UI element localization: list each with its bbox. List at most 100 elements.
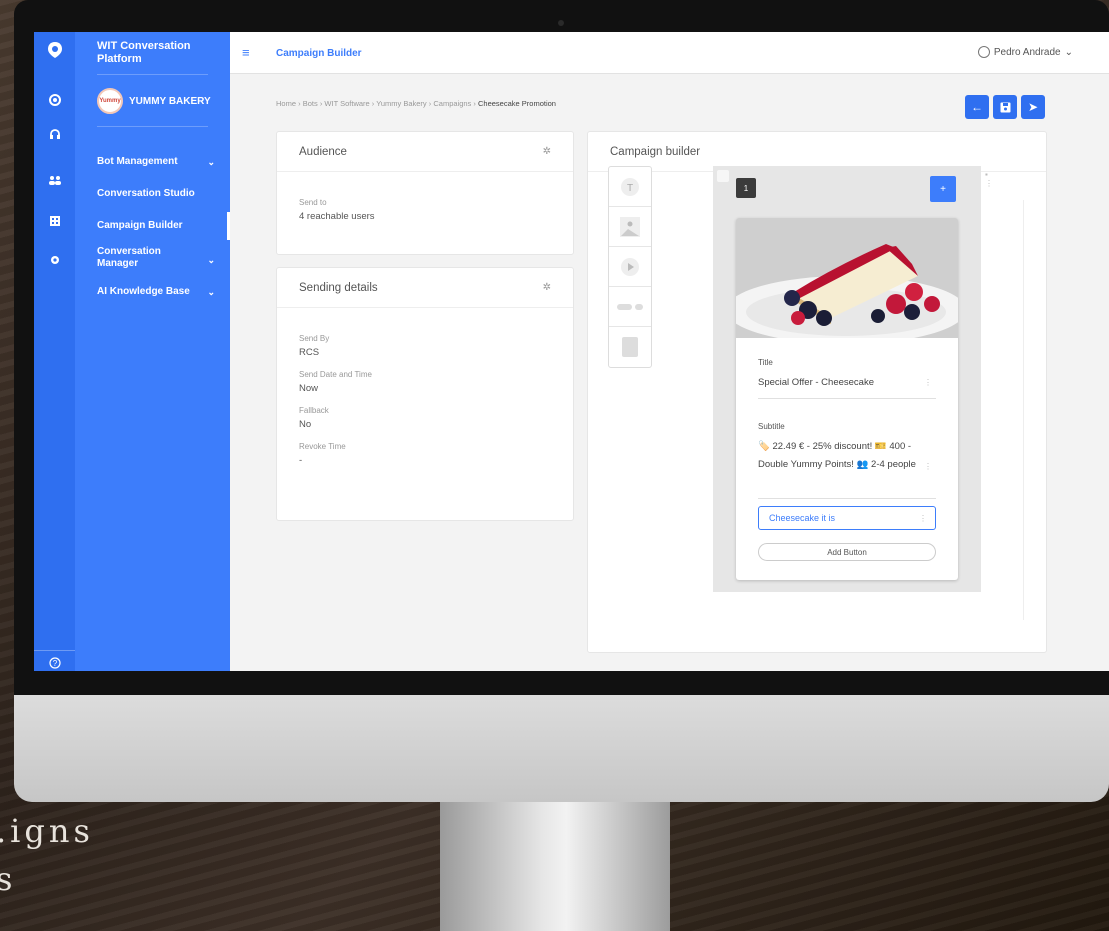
- card-canvas: ▪ ⋮ 1 + Title Special Offer - Cheesecake…: [713, 166, 993, 592]
- sidebar-item-bot-management[interactable]: Bot Management ⌄: [97, 156, 215, 168]
- action-buttons: ← ➤: [965, 95, 1045, 119]
- send-date-label: Send Date and Time: [299, 370, 372, 379]
- sidebar-item-conversation-studio[interactable]: Conversation Studio: [97, 188, 215, 200]
- campaign-builder-card: Campaign builder T ▪ ⋮ 1 + Title Special…: [587, 131, 1047, 653]
- svg-text:T: T: [627, 183, 633, 194]
- breadcrumb-wit-software[interactable]: WIT Software: [324, 99, 369, 108]
- platform-title: WIT Conversation Platform: [97, 40, 191, 65]
- scrollbar-track[interactable]: [1023, 200, 1024, 620]
- icon-rail: ?: [34, 32, 75, 671]
- active-indicator: [227, 212, 230, 240]
- sidebar-divider: [97, 74, 208, 75]
- monitor-stand: [440, 802, 670, 931]
- sidebar-item-label: AI Knowledge Base: [97, 286, 190, 297]
- breadcrumb-yummy-bakery[interactable]: Yummy Bakery: [376, 99, 426, 108]
- sidebar-item-ai-knowledge-base[interactable]: AI Knowledge Base ⌄: [97, 286, 215, 298]
- suggested-action-button[interactable]: Cheesecake it is ⋮: [758, 506, 936, 530]
- bot-logo: Yummy: [97, 88, 123, 114]
- camera: [558, 20, 564, 26]
- carousel-icon[interactable]: [609, 327, 651, 367]
- more-options-icon[interactable]: ⋮: [919, 514, 927, 523]
- bot-selector[interactable]: Yummy YUMMY BAKERY: [97, 88, 211, 114]
- subtitle-label: Subtitle: [758, 422, 785, 431]
- text-icon[interactable]: T: [609, 167, 651, 207]
- breadcrumb-campaigns[interactable]: Campaigns: [433, 99, 471, 108]
- revoke-time-label: Revoke Time: [299, 442, 346, 451]
- send-button[interactable]: ➤: [1021, 95, 1045, 119]
- sidebar-item-label: Conversation Manager: [97, 246, 161, 269]
- sidebar-item-campaign-builder[interactable]: Campaign Builder: [97, 220, 215, 232]
- bot-icon[interactable]: [34, 88, 75, 112]
- gear-icon[interactable]: [34, 248, 75, 272]
- breadcrumb-bots[interactable]: Bots: [303, 99, 318, 108]
- back-button[interactable]: ←: [965, 95, 989, 119]
- image-icon[interactable]: [609, 207, 651, 247]
- breadcrumb-current: Cheesecake Promotion: [478, 99, 556, 108]
- fallback-value: No: [299, 419, 312, 430]
- video-icon[interactable]: [609, 247, 651, 287]
- card-number: 1: [736, 178, 756, 198]
- breadcrumb-separator: ›: [473, 99, 476, 108]
- component-palette: T: [608, 166, 652, 368]
- headset-icon[interactable]: [34, 122, 75, 146]
- campaign-builder-title: Campaign builder: [610, 145, 701, 158]
- gear-icon[interactable]: ✲: [543, 282, 551, 293]
- help-icon[interactable]: ?: [34, 650, 75, 671]
- suggestion-icon[interactable]: [609, 287, 651, 327]
- breadcrumb-separator: ›: [298, 99, 301, 108]
- trash-icon[interactable]: ▪ ⋮: [985, 170, 993, 188]
- audience-header: Audience ✲: [277, 132, 573, 172]
- audience-card: Audience ✲ Send to 4 reachable users: [276, 131, 574, 255]
- chevron-down-icon: ⌄: [207, 255, 215, 265]
- send-date-value: Now: [299, 383, 319, 394]
- page-title: Campaign Builder: [276, 48, 362, 59]
- title-divider: [758, 398, 936, 399]
- chevron-down-icon: ⌄: [1064, 46, 1073, 58]
- screen: ? WIT Conversation Platform Yummy YUMMY …: [34, 32, 1109, 671]
- breadcrumb-separator: ›: [371, 99, 375, 108]
- send-by-value: RCS: [299, 347, 320, 358]
- breadcrumb-separator: ›: [428, 99, 432, 108]
- building-icon[interactable]: [34, 208, 75, 232]
- logo-icon[interactable]: [34, 38, 75, 62]
- sidebar: WIT Conversation Platform Yummy YUMMY BA…: [75, 32, 230, 671]
- send-to-value: 4 reachable users: [299, 211, 375, 222]
- send-by-label: Send By: [299, 334, 330, 343]
- chevron-down-icon: ⌄: [207, 157, 215, 167]
- suggested-action-label: Cheesecake it is: [769, 513, 836, 523]
- users-icon[interactable]: [34, 168, 75, 192]
- subtitle-divider: [758, 498, 936, 499]
- hamburger-menu-icon[interactable]: ≡: [242, 45, 250, 60]
- sidebar-item-conversation-manager[interactable]: Conversation Manager ⌄: [97, 246, 215, 270]
- sidebar-item-label: Conversation Studio: [97, 188, 195, 199]
- save-button[interactable]: [993, 95, 1017, 119]
- title-label: Title: [758, 358, 773, 367]
- breadcrumb: Home › Bots › WIT Software › Yummy Baker…: [276, 99, 556, 108]
- more-options-icon[interactable]: ⋮: [924, 462, 932, 471]
- cheesecake-image: [736, 218, 958, 338]
- sending-details-header: Sending details ✲: [277, 268, 573, 308]
- more-options-icon[interactable]: ⋮: [924, 378, 932, 387]
- user-name: Pedro Andrade: [993, 46, 1061, 58]
- subtitle-value[interactable]: 🏷️ 22.49 € - 25% discount! 🎫 400 - Doubl…: [758, 438, 923, 474]
- gear-icon[interactable]: ✲: [543, 146, 551, 157]
- breadcrumb-separator: ›: [319, 99, 323, 108]
- bot-name: YUMMY BAKERY: [129, 95, 211, 107]
- send-to-label: Send to: [299, 198, 327, 207]
- revoke-time-value: -: [299, 455, 303, 466]
- background-text-1: .igns: [0, 812, 94, 850]
- add-button[interactable]: Add Button: [758, 543, 936, 561]
- title-value[interactable]: Special Offer - Cheesecake: [758, 374, 928, 392]
- add-card-button[interactable]: +: [930, 176, 956, 202]
- sidebar-item-label: Campaign Builder: [97, 220, 183, 231]
- breadcrumb-home[interactable]: Home: [276, 99, 296, 108]
- canvas-handle-icon[interactable]: [717, 170, 729, 182]
- monitor-chin: [14, 695, 1109, 802]
- chevron-down-icon: ⌄: [207, 287, 215, 297]
- fallback-label: Fallback: [299, 406, 329, 415]
- sending-details-title: Sending details: [299, 281, 378, 294]
- rich-card: Title Special Offer - Cheesecake ⋮ Subti…: [736, 218, 958, 580]
- svg-text:?: ?: [52, 659, 57, 668]
- audience-title: Audience: [299, 145, 347, 158]
- user-menu[interactable]: Pedro Andrade ⌄: [977, 46, 1073, 58]
